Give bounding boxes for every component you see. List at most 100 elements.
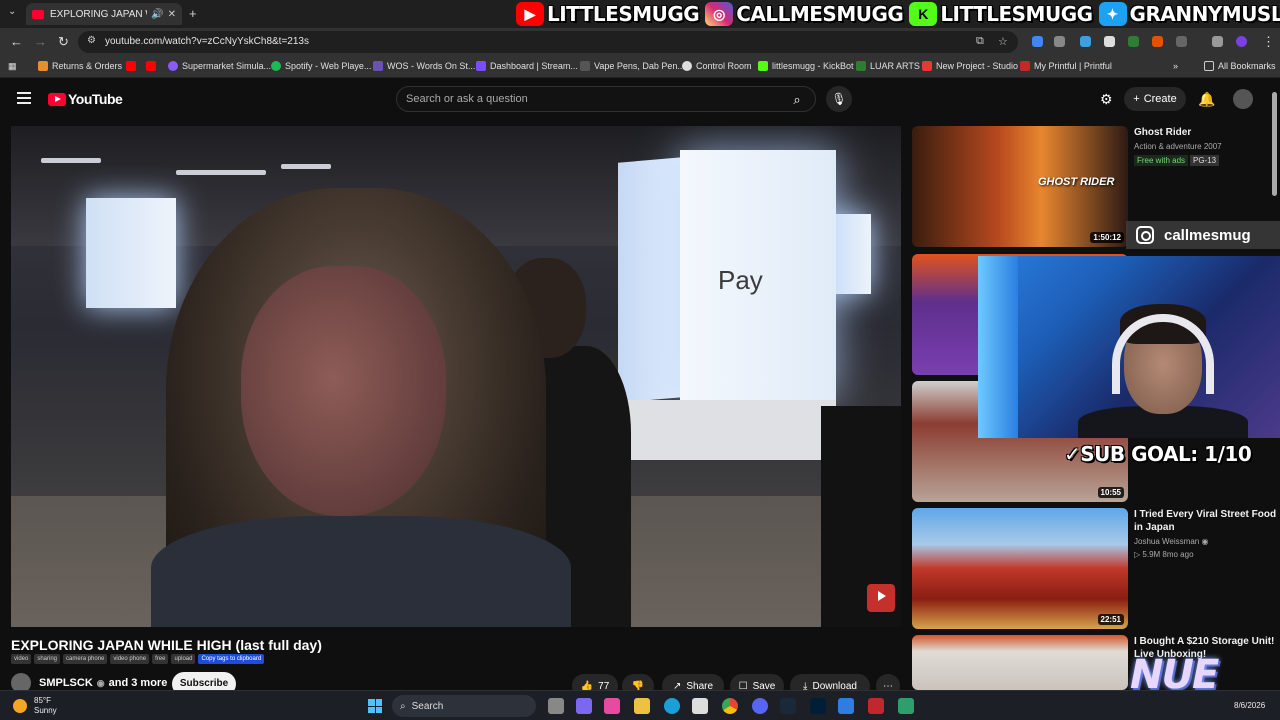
youtube-favicon-icon (32, 9, 44, 19)
extension-icon[interactable] (1054, 36, 1065, 47)
recommendation-thumbnail[interactable] (912, 635, 1128, 690)
menu-kebab-icon[interactable]: ⋮ (1262, 34, 1275, 50)
chrome-icon[interactable] (722, 698, 738, 714)
duration-badge: 10:55 (1097, 487, 1124, 498)
recommendation-thumbnail[interactable]: 22:51 (912, 508, 1128, 629)
shorts-icon[interactable]: ⚙ (1100, 91, 1113, 108)
apps-grid-icon[interactable]: ▦ (8, 61, 17, 72)
more-bookmarks-icon[interactable]: » (1173, 61, 1178, 71)
channel-name[interactable]: SMPLSCK (39, 677, 93, 689)
youtube-logo[interactable]: YouTube (48, 91, 123, 107)
streamer-webcam (978, 256, 1280, 438)
extension-icon[interactable] (1080, 36, 1091, 47)
adobe-icon[interactable] (868, 698, 884, 714)
recommendation-title[interactable]: I Tried Every Viral Street Food in Japan (1134, 508, 1280, 534)
bookmark-item[interactable]: Dashboard | Stream... (476, 61, 578, 71)
video-player[interactable]: Pay (11, 126, 901, 627)
youtube-icon: ▶ (516, 2, 544, 26)
address-bar[interactable]: ⚙ youtube.com/watch?v=zCcNyYskCh8&t=213s… (78, 31, 1018, 53)
bookmark-item[interactable]: New Project - Studio (922, 61, 1018, 71)
bookmark-star-icon[interactable]: ☆ (998, 35, 1008, 48)
all-bookmarks[interactable]: All Bookmarks (1204, 61, 1276, 71)
teams-icon[interactable] (576, 698, 592, 714)
close-tab-icon[interactable]: ✕ (168, 9, 176, 20)
search-icon: ⌕ (400, 700, 406, 712)
voice-search-icon[interactable]: 🎙 (826, 86, 852, 112)
site-info-icon[interactable]: ⚙ (87, 35, 96, 46)
install-app-icon[interactable]: ⧉ (976, 35, 984, 48)
page-scrollbar[interactable] (1272, 92, 1277, 196)
subscribe-watermark-icon[interactable] (867, 584, 895, 612)
windows-start-icon[interactable] (368, 699, 382, 713)
extension-icon[interactable] (1128, 36, 1139, 47)
bookmark-item[interactable]: WOS - Words On St... (373, 61, 475, 71)
bookmark-item[interactable]: Vape Pens, Dab Pen... (580, 61, 685, 71)
host-jacket (151, 516, 571, 627)
weather-widget[interactable]: 85°F Sunny (13, 696, 57, 716)
instagram-handle: callmesmug (1164, 226, 1251, 244)
bookmark-item[interactable]: My Printful | Printful (1020, 61, 1112, 71)
tag[interactable]: upload (171, 654, 196, 664)
audio-icon[interactable]: 🔊 (151, 9, 163, 20)
youtube-bookmark-icon[interactable] (126, 61, 140, 71)
task-view-icon[interactable] (548, 698, 564, 714)
notepad-icon[interactable] (838, 698, 854, 714)
instagram-icon: ◎ (705, 2, 734, 26)
file-explorer-icon[interactable] (634, 698, 650, 714)
date-display[interactable]: 8/6/2026 (1234, 701, 1265, 710)
extension-icon[interactable] (1152, 36, 1163, 47)
recommendation-thumbnail[interactable]: GHOST RIDER 1:50:12 (912, 126, 1128, 247)
social-twitter: ✦ GRANNYMUSLIM (1098, 0, 1280, 28)
reload-icon[interactable]: ↻ (58, 34, 69, 50)
extension-icon[interactable] (1032, 36, 1043, 47)
recommendation-title[interactable]: Ghost Rider (1134, 126, 1280, 139)
bookmark-item[interactable]: Returns & Orders (38, 61, 122, 71)
search-box[interactable]: Search or ask a question ⌕ (396, 86, 816, 112)
edge-icon[interactable] (664, 698, 680, 714)
tag[interactable]: camera phone (63, 654, 108, 664)
search-icon[interactable]: ⌕ (787, 90, 807, 110)
reading-list-icon[interactable] (1212, 36, 1223, 47)
new-tab-icon[interactable]: + (189, 6, 197, 21)
youtube-bookmark-icon[interactable] (146, 61, 160, 71)
tag[interactable]: video phone (110, 654, 150, 664)
views-icon: ▷ (1134, 550, 1141, 559)
bookmark-item[interactable]: littlesmugg - KickBot (758, 61, 854, 71)
bookmark-item[interactable]: Supermarket Simula... (168, 61, 271, 71)
tag[interactable]: video (11, 654, 32, 664)
tag[interactable]: free (152, 654, 169, 664)
verified-icon: ◉ (96, 677, 105, 688)
browser-tab[interactable]: EXPLORING JAPAN WHILE H 🔊 ✕ (26, 3, 182, 25)
back-icon[interactable]: ← (10, 34, 23, 49)
app-icon[interactable] (898, 698, 914, 714)
recommendation-stats: ▷ 5.9M 8mo ago (1134, 550, 1194, 559)
notifications-bell-icon[interactable]: 🔔 (1198, 91, 1215, 108)
profile-icon[interactable] (1236, 36, 1247, 47)
tag[interactable]: sharing (34, 654, 61, 664)
bookmark-item[interactable]: LUAR ARTS (856, 61, 920, 71)
photoshop-icon[interactable] (810, 698, 826, 714)
store-icon[interactable] (692, 698, 708, 714)
extensions-puzzle-icon[interactable] (1176, 36, 1187, 47)
instagram-icon (1136, 226, 1154, 244)
video-tags: video sharing camera phone video phone f… (11, 654, 265, 664)
steam-icon[interactable] (780, 698, 796, 714)
copy-tags-button[interactable]: Copy tags to clipboard (198, 654, 265, 664)
stream-socials-banner: ▶ LITTLESMUGG ◎ CALLMESMUGG K LITTLESMUG… (516, 0, 1280, 28)
bookmark-item[interactable]: Control Room (682, 61, 752, 71)
menu-hamburger-icon[interactable] (17, 92, 31, 104)
collab-more[interactable]: and 3 more (109, 677, 168, 689)
tab-search-icon[interactable]: ⌄ (8, 6, 16, 17)
rating-badge: PG-13 (1190, 155, 1220, 166)
create-button[interactable]: + Create (1124, 87, 1186, 111)
discord-icon[interactable] (752, 698, 768, 714)
recommendation-meta: Action & adventure 2007 (1134, 142, 1222, 151)
create-label: Create (1143, 93, 1177, 105)
weather-condition: Sunny (34, 706, 57, 715)
taskbar-search[interactable]: ⌕ Search (392, 695, 536, 717)
copilot-icon[interactable] (604, 698, 620, 714)
account-avatar[interactable] (1233, 89, 1253, 109)
bookmark-item[interactable]: Spotify - Web Playe... (271, 61, 371, 71)
extension-icon[interactable] (1104, 36, 1115, 47)
forward-icon[interactable]: → (34, 34, 47, 49)
